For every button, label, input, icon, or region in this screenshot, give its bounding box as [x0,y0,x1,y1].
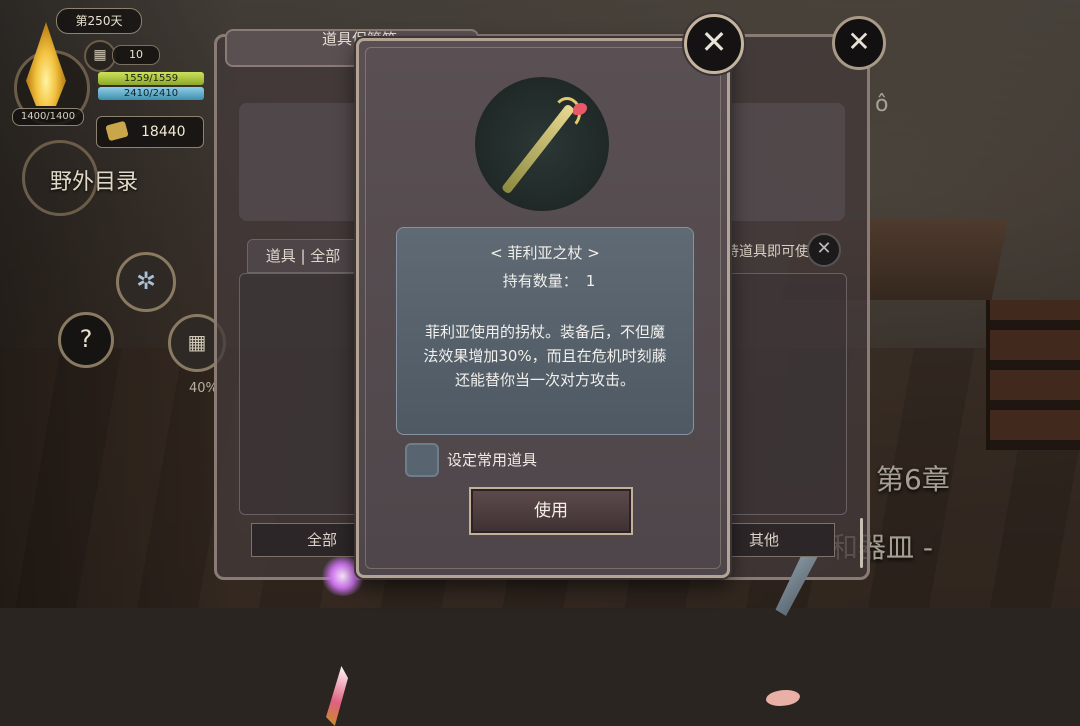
set-common-checkbox[interactable] [405,443,439,477]
stamina-value: 1400/1400 [12,108,84,126]
set-common-label[interactable]: 设定常用道具 [447,449,537,470]
help-icon[interactable]: ? [58,312,114,368]
use-button[interactable]: 使用 [469,487,633,535]
staff-flower-icon [573,103,587,115]
gold-icon [105,120,129,142]
item-description: 菲利亚使用的拐杖。装备后，不但魔法效果增加30%，而且在危机时刻藤还能替你当一次… [423,323,667,389]
close-icon[interactable]: ✕ [684,14,744,74]
gear-icon[interactable]: ✲ [116,252,176,312]
crystal-shard-item[interactable] [326,666,348,726]
petal-item[interactable] [766,690,800,706]
tab-items-all[interactable]: 道具 | 全部 [247,239,359,273]
item-description-box: < 菲利亚之杖 > 持有数量： 1 菲利亚使用的拐杖。装备后，不但魔法效果增加30… [396,227,694,435]
quantity-label: 持有数量： [502,272,578,290]
item-name: < 菲利亚之杖 > [490,244,600,262]
calendar-value: 10 [112,45,160,65]
scrollbar[interactable] [860,518,863,568]
item-image-frame [475,77,609,211]
quantity-value: 1 [585,272,596,290]
hint-close-icon[interactable]: ✕ [807,233,841,267]
mp-bar: 2410/2410 [98,87,204,100]
gold-value: 18440 [141,124,186,140]
field-directory-button[interactable]: 野外目录 [50,164,138,196]
close-icon[interactable]: ✕ [832,16,886,70]
hp-bar: 1559/1559 [98,72,204,85]
item-detail-dialog: < 菲利亚之杖 > 持有数量： 1 菲利亚使用的拐杖。装备后，不但魔法效果增加30… [356,38,730,578]
gold-display: 18440 [96,116,204,148]
quantity-row: 持有数量： 1 [397,270,693,291]
day-counter: 第250天 [56,8,142,34]
